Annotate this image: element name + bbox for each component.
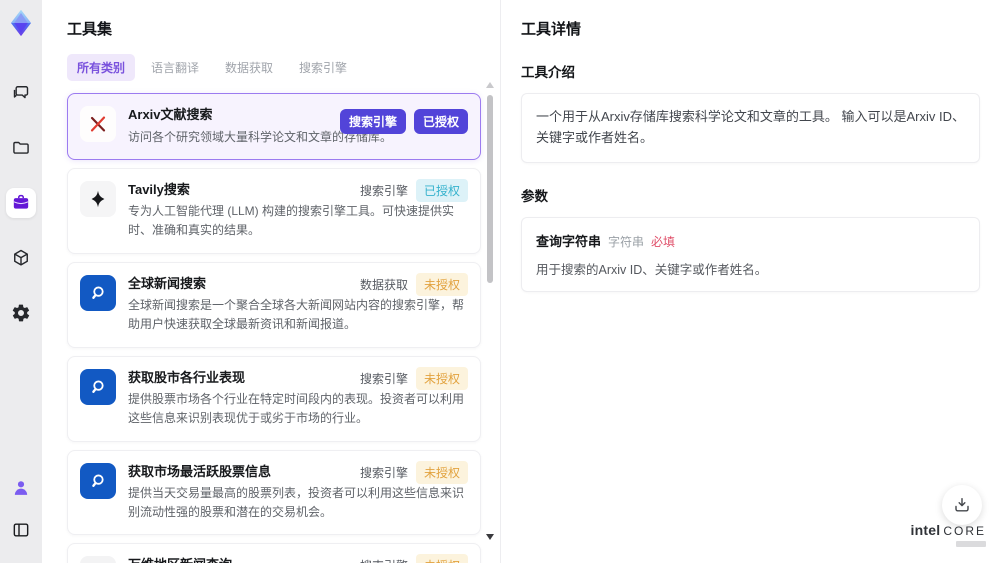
intel-core-logo: intel CORE — [911, 522, 986, 547]
param-description: 用于搜索的Arxiv ID、关键字或作者姓名。 — [536, 262, 768, 277]
category-tabs: 所有类别 语言翻译 数据获取 搜索引擎 — [67, 54, 500, 81]
tool-card-tavily[interactable]: Tavily搜索 专为人工智能代理 (LLM) 构建的搜索引擎工具。可快速提供实… — [67, 167, 481, 254]
tab-all-categories[interactable]: 所有类别 — [67, 54, 136, 81]
tool-card-regional-news[interactable]: 万维地区新闻查询 查询具体行政区划内的新闻，快速了解各地新闻动 搜索引擎 未授权 — [67, 543, 481, 563]
auth-status-badge: 未授权 — [415, 460, 468, 484]
tab-data-fetch[interactable]: 数据获取 — [215, 54, 283, 81]
left-sidebar — [0, 0, 42, 563]
param-name: 查询字符串 — [536, 233, 602, 249]
intel-wordmark: intel — [910, 522, 941, 538]
briefcase-icon — [13, 194, 29, 209]
sidebar-bottom — [6, 473, 36, 545]
newspaper-icon — [80, 556, 116, 563]
stock-search-icon — [80, 368, 116, 405]
tool-card-sector-performance[interactable]: 获取股市各行业表现 提供股票市场各个行业在特定时间段内的表现。投资者可以利用这些… — [67, 355, 481, 442]
chat-icon — [13, 86, 29, 99]
cube-icon — [14, 249, 28, 266]
tool-description: 提供当天交易量最高的股票列表，投资者可以利用这些信息来识别流动性强的股票和潜在的… — [128, 486, 465, 520]
tool-card-active-stocks[interactable]: 获取市场最活跃股票信息 提供当天交易量最高的股票列表，投资者可以利用这些信息来识… — [67, 449, 481, 536]
sidebar-item-chat[interactable] — [6, 78, 36, 108]
param-required-flag: 必填 — [651, 234, 676, 249]
tool-description: 提供股票市场各个行业在特定时间段内的表现。投资者可以利用这些信息来识别表现优于或… — [128, 392, 465, 426]
user-icon — [14, 481, 28, 495]
param-type: 字符串 — [608, 234, 645, 249]
app-logo-icon — [6, 8, 36, 38]
download-icon — [955, 498, 969, 512]
auth-status-badge: 未授权 — [415, 272, 468, 296]
category-badge: 搜索引擎 — [339, 109, 406, 134]
folder-icon — [13, 141, 29, 154]
tab-language-translation[interactable]: 语言翻译 — [141, 54, 209, 81]
news-search-icon — [80, 274, 116, 311]
tool-card-global-news[interactable]: 全球新闻搜索 全球新闻搜索是一个聚合全球各大新闻网站内容的搜索引擎，帮助用户快速… — [67, 261, 481, 348]
params-section-title: 参数 — [521, 188, 548, 204]
sidebar-item-tools[interactable] — [6, 188, 36, 218]
tool-card-arxiv[interactable]: Arxiv文献搜索 访问各个研究领域大量科学论文和文章的存储库。 搜索引擎 已授… — [67, 93, 481, 160]
tab-search-engine[interactable]: 搜索引擎 — [289, 54, 357, 81]
tool-list-panel: 工具集 所有类别 语言翻译 数据获取 搜索引擎 Arxiv文献搜索 访问各个研究… — [42, 0, 500, 563]
scrollbar-down-arrow-icon[interactable] — [486, 534, 494, 540]
auth-status-badge: 未授权 — [415, 554, 468, 563]
sidebar-item-settings[interactable] — [6, 298, 36, 328]
sidebar-item-user[interactable] — [6, 473, 36, 503]
gear-icon — [12, 304, 30, 322]
category-badge: 数据获取 — [359, 277, 408, 292]
tavily-star-icon — [80, 180, 116, 217]
core-wordmark: CORE — [943, 524, 986, 538]
sidebar-item-models[interactable] — [6, 243, 36, 273]
sidebar-item-files[interactable] — [6, 133, 36, 163]
detail-title: 工具详情 — [521, 21, 582, 38]
category-badge: 搜索引擎 — [359, 183, 408, 198]
tool-detail-panel: 工具详情 工具介绍 一个用于从Arxiv存储库搜索科学论文和文章的工具。 输入可… — [500, 0, 1000, 563]
tool-description: 专为人工智能代理 (LLM) 构建的搜索引擎工具。可快速提供实时、准确和真实的结… — [128, 204, 455, 238]
app-window: 工具集 所有类别 语言翻译 数据获取 搜索引擎 Arxiv文献搜索 访问各个研究… — [0, 0, 1000, 563]
tool-card-list: Arxiv文献搜索 访问各个研究领域大量科学论文和文章的存储库。 搜索引擎 已授… — [67, 93, 481, 563]
download-button[interactable] — [942, 485, 982, 525]
category-badge: 搜索引擎 — [359, 465, 408, 480]
param-box: 查询字符串 字符串 必填 用于搜索的Arxiv ID、关键字或作者姓名。 — [521, 216, 980, 292]
auth-status-badge: 已授权 — [415, 178, 468, 202]
auth-status-badge: 未授权 — [415, 366, 468, 390]
page-title: 工具集 — [67, 21, 113, 38]
stock-search-icon — [80, 462, 116, 499]
scrollbar-thumb[interactable] — [487, 95, 493, 283]
category-badge: 搜索引擎 — [359, 371, 408, 386]
intro-box: 一个用于从Arxiv存储库搜索科学论文和文章的工具。 输入可以是Arxiv ID… — [521, 93, 980, 163]
intro-section-title: 工具介绍 — [521, 65, 575, 80]
sidebar-item-collapse-panel[interactable] — [6, 515, 36, 545]
panel-layout-icon — [13, 523, 29, 537]
category-badge: 搜索引擎 — [360, 557, 408, 563]
arxiv-logo-icon — [80, 106, 116, 142]
intro-text: 一个用于从Arxiv存储库搜索科学论文和文章的工具。 输入可以是Arxiv ID… — [536, 109, 966, 145]
scrollbar-up-arrow-icon[interactable] — [486, 82, 494, 88]
sidebar-nav — [6, 78, 36, 328]
intel-sub-badge — [956, 541, 986, 547]
auth-status-badge: 已授权 — [413, 109, 468, 134]
tool-description: 全球新闻搜索是一个聚合全球各大新闻网站内容的搜索引擎，帮助用户快速获取全球最新资… — [128, 298, 465, 332]
